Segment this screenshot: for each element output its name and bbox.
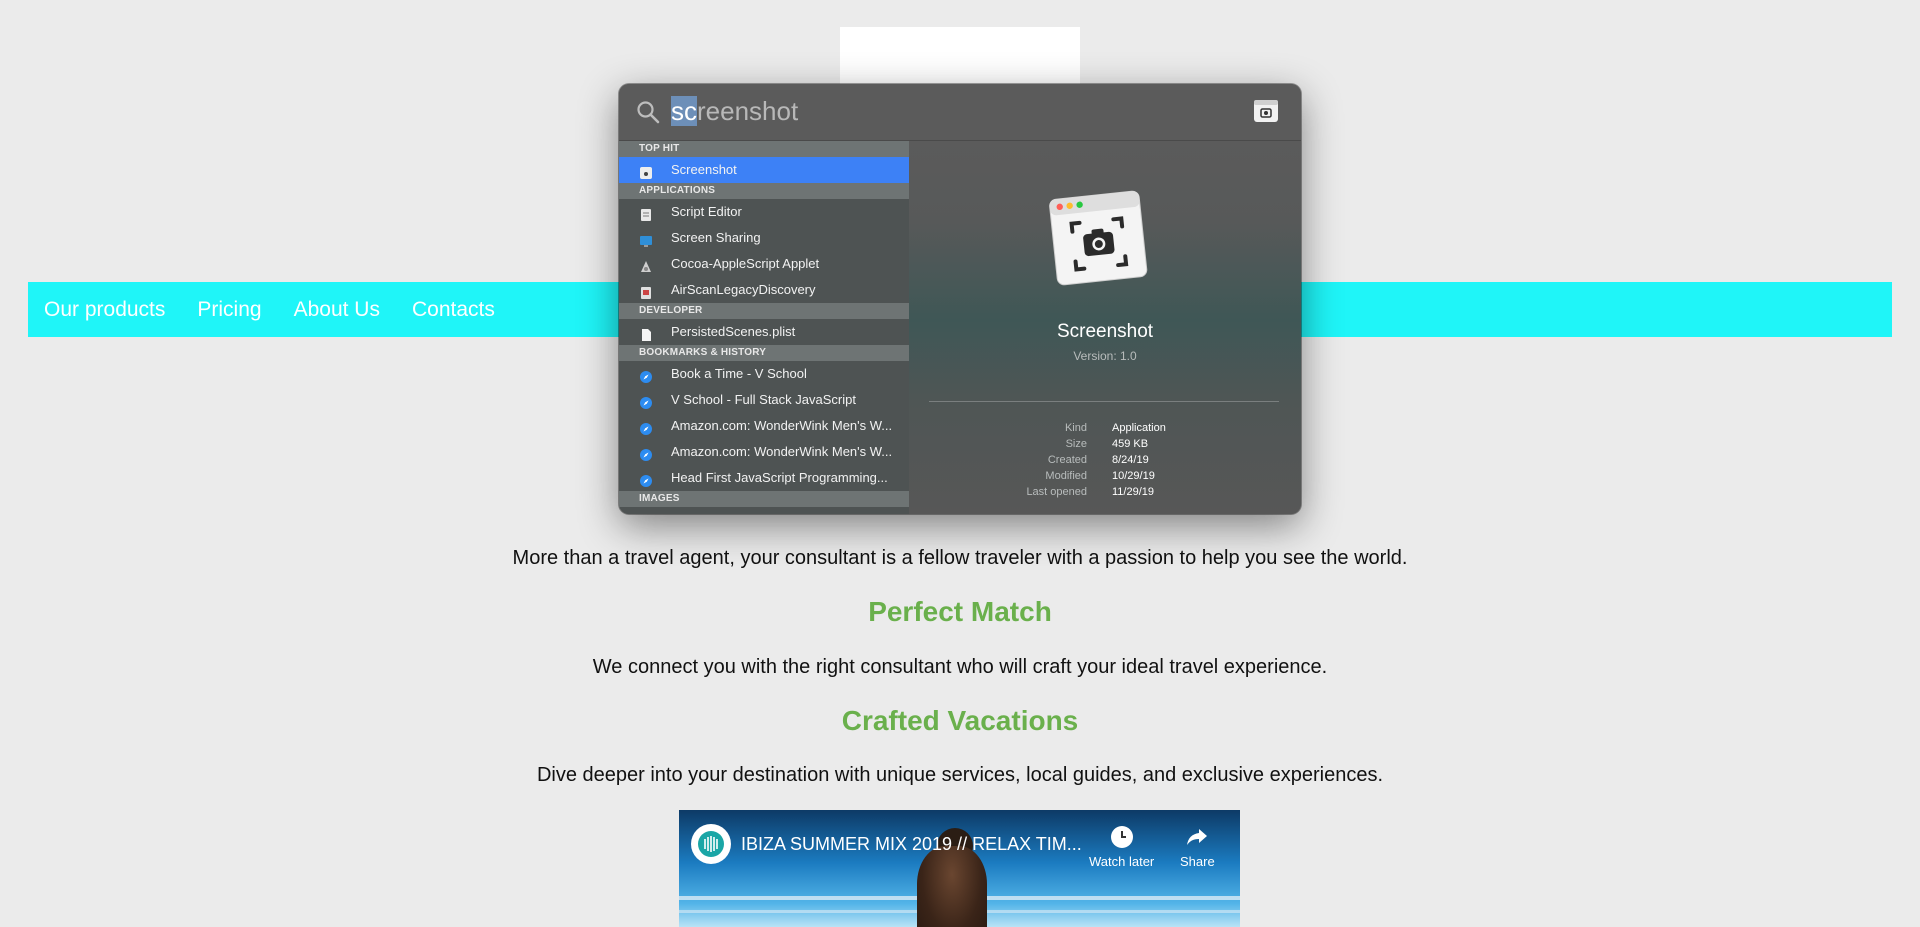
watch-later-button[interactable]: Watch later [1089, 824, 1154, 869]
meta-value: 459 KB [1112, 438, 1149, 450]
result-bookmark[interactable]: Book a Time - V School [619, 361, 909, 387]
share-label: Share [1180, 854, 1215, 869]
meta-modified-row: Modified 10/29/19 [909, 468, 1301, 484]
query-completion-text: reenshot [697, 96, 799, 126]
result-label: Cocoa-AppleScript Applet [671, 256, 820, 271]
share-button[interactable]: Share [1180, 824, 1215, 869]
result-screen-sharing[interactable]: Screen Sharing [619, 225, 909, 251]
spotlight-window: screenshot TOP HIT Screenshot APPLICATIO… [619, 84, 1301, 514]
safari-icon [639, 367, 653, 383]
section-images: IMAGES [619, 491, 909, 507]
result-bookmark[interactable]: Amazon.com: WonderWink Men's W... [619, 439, 909, 465]
meta-key: Size [1065, 438, 1087, 450]
meta-value: Application [1112, 422, 1166, 434]
screen-sharing-icon [639, 231, 653, 247]
result-label: Amazon.com: WonderWink Men's W... [671, 418, 893, 433]
site-logo-area [840, 27, 1080, 87]
result-label: Screenshot [671, 162, 737, 177]
section-bookmarks-history: BOOKMARKS & HISTORY [619, 345, 909, 361]
share-icon [1184, 824, 1210, 850]
meta-value: 11/29/19 [1112, 486, 1155, 498]
result-label: PersistedScenes.plist [671, 324, 796, 339]
result-bookmark[interactable]: V School - Full Stack JavaScript [619, 387, 909, 413]
result-label: AirScanLegacyDiscovery [671, 282, 816, 297]
result-bookmark[interactable]: Head First JavaScript Programming... [619, 465, 909, 491]
result-label: Amazon.com: WonderWink Men's W... [671, 444, 893, 459]
result-persistedscenes-plist[interactable]: PersistedScenes.plist [619, 319, 909, 345]
meta-key: Last opened [1026, 486, 1087, 498]
airscan-icon [639, 283, 653, 299]
nav-contacts[interactable]: Contacts [412, 298, 495, 322]
meta-value: 10/29/19 [1112, 470, 1155, 482]
perfect-match-paragraph: We connect you with the right consultant… [592, 656, 1328, 678]
safari-icon [639, 393, 653, 409]
section-developer: DEVELOPER [619, 303, 909, 319]
nav-pricing[interactable]: Pricing [197, 298, 261, 322]
result-script-editor[interactable]: Script Editor [619, 199, 909, 225]
spotlight-preview-pane: Screenshot Version: 1.0 Kind Application… [909, 141, 1301, 514]
section-applications: APPLICATIONS [619, 183, 909, 199]
script-editor-icon [639, 205, 653, 221]
screenshot-app-icon [639, 163, 653, 179]
result-label: Screen Sharing [671, 230, 761, 245]
result-bookmark[interactable]: Amazon.com: WonderWink Men's W... [619, 413, 909, 439]
nav-our-products[interactable]: Our products [44, 298, 165, 322]
preview-metadata: Kind Application Size 459 KB Created 8/2… [909, 420, 1301, 500]
intro-paragraph: More than a travel agent, your consultan… [512, 547, 1408, 569]
meta-key: Modified [1045, 470, 1087, 482]
section-top-hit: TOP HIT [619, 141, 909, 157]
safari-icon [639, 419, 653, 435]
search-icon [636, 100, 660, 124]
query-selected-text: sc [671, 96, 697, 126]
result-label: Script Editor [671, 204, 742, 219]
spotlight-search-bar: screenshot [619, 84, 1301, 141]
perfect-match-heading: Perfect Match [868, 596, 1052, 627]
meta-size-row: Size 459 KB [909, 436, 1301, 452]
crafted-vacations-heading: Crafted Vacations [841, 705, 1079, 736]
preview-app-version: Version: 1.0 [1073, 349, 1137, 363]
result-airscanlegacydiscovery[interactable]: AirScanLegacyDiscovery [619, 277, 909, 303]
screenshot-app-icon [1253, 98, 1279, 124]
embedded-video[interactable]: IBIZA SUMMER MIX 2019 // RELAX TIM... Wa… [679, 810, 1240, 927]
safari-icon [639, 471, 653, 487]
watch-later-label: Watch later [1089, 854, 1155, 869]
meta-key: Kind [1064, 422, 1087, 434]
meta-value: 8/24/19 [1112, 454, 1149, 466]
spotlight-results-list: TOP HIT Screenshot APPLICATIONS Script E… [619, 141, 909, 514]
result-label: V School - Full Stack JavaScript [671, 392, 856, 407]
clock-icon [1109, 824, 1135, 850]
video-title[interactable]: IBIZA SUMMER MIX 2019 // RELAX TIM... [741, 834, 1082, 855]
meta-key: Created [1047, 454, 1087, 466]
result-screenshot[interactable]: Screenshot [619, 157, 909, 183]
meta-created-row: Created 8/24/19 [909, 452, 1301, 468]
meta-last-opened-row: Last opened 11/29/19 [909, 484, 1301, 500]
preview-app-name: Screenshot [1056, 321, 1154, 342]
result-label: Book a Time - V School [671, 366, 807, 381]
spotlight-search-input[interactable]: screenshot [671, 96, 798, 127]
document-icon [639, 325, 653, 341]
screenshot-app-icon [1043, 181, 1153, 291]
nav-about-us[interactable]: About Us [294, 298, 380, 322]
video-scene-person [917, 846, 987, 927]
safari-icon [639, 445, 653, 461]
channel-logo-icon[interactable] [691, 824, 731, 864]
result-label: Head First JavaScript Programming... [671, 470, 888, 485]
preview-divider [929, 401, 1279, 402]
result-cocoa-applescript-applet[interactable]: Cocoa-AppleScript Applet [619, 251, 909, 277]
applescript-applet-icon [639, 257, 653, 272]
meta-kind-row: Kind Application [909, 420, 1301, 436]
crafted-vacations-paragraph: Dive deeper into your destination with u… [536, 764, 1384, 786]
